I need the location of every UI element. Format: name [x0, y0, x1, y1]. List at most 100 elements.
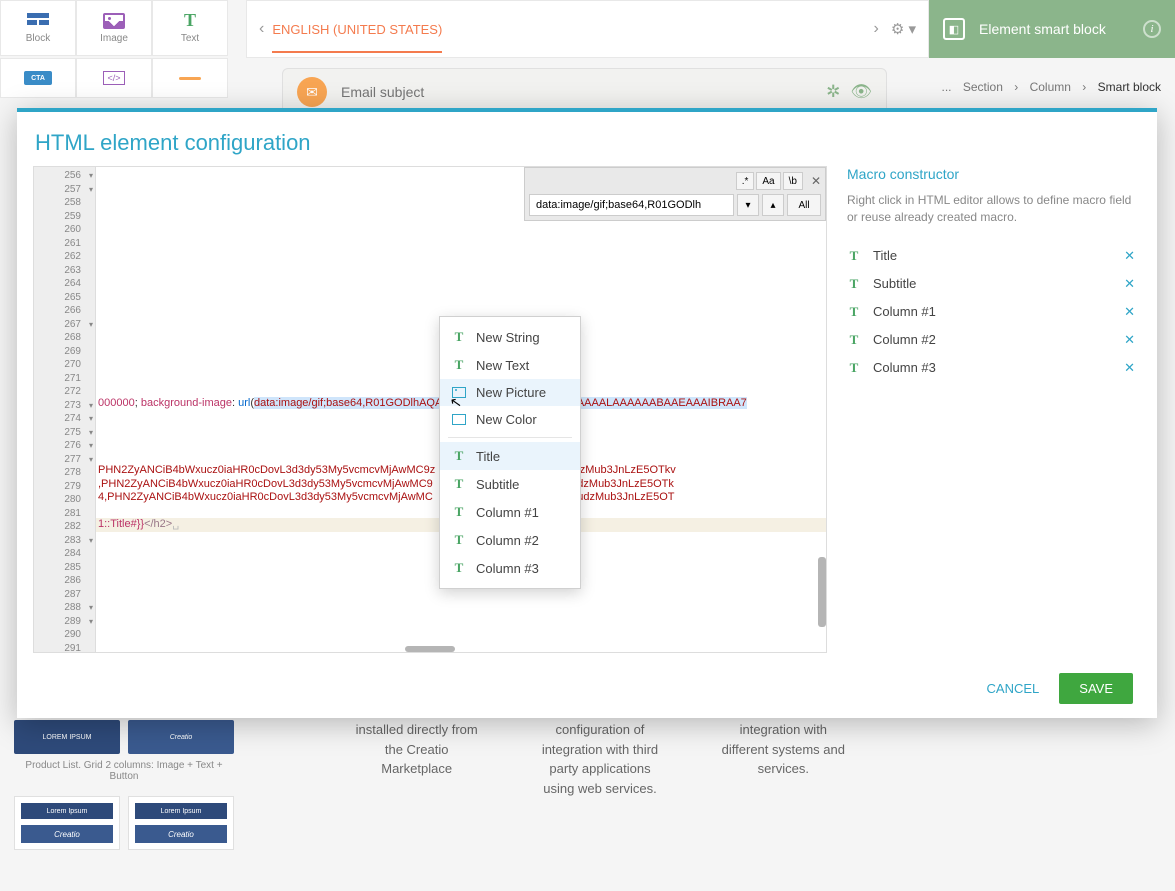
macro-item-label: Title: [873, 248, 1124, 263]
toolbar-text[interactable]: T Text: [152, 0, 228, 56]
search-input[interactable]: [529, 194, 734, 216]
element-icon: ◧: [943, 18, 965, 40]
macro-item-label: Column #2: [873, 332, 1124, 347]
email-subject-input[interactable]: [341, 84, 816, 100]
breadcrumb-item[interactable]: Section: [963, 80, 1003, 94]
toolbar-image-label: Image: [100, 33, 128, 44]
ctx-subtitle[interactable]: TSubtitle: [440, 470, 580, 498]
editor-scrollbar-h[interactable]: [405, 646, 455, 652]
template-card[interactable]: LOREM IPSUM: [14, 720, 120, 754]
remove-icon[interactable]: ✕: [1124, 276, 1135, 292]
macro-item-label: Column #3: [873, 360, 1124, 375]
macro-item-label: Subtitle: [873, 276, 1124, 291]
search-word-toggle[interactable]: \b: [783, 172, 803, 190]
template-card[interactable]: Creatio: [128, 720, 234, 754]
html-editor[interactable]: 2562572582592602612622632642652662672682…: [33, 166, 827, 653]
ctx-title[interactable]: TTitle: [440, 442, 580, 470]
text-icon: T: [179, 13, 201, 29]
macro-item[interactable]: T Column #2✕: [847, 326, 1135, 354]
search-dropdown[interactable]: ▾: [737, 194, 759, 216]
macro-item-label: Column #1: [873, 304, 1124, 319]
toolbar-image[interactable]: Image: [76, 0, 152, 56]
color-icon: [452, 414, 466, 425]
breadcrumb-prefix: ...: [942, 80, 952, 94]
macro-item[interactable]: T Column #1✕: [847, 298, 1135, 326]
text-icon: T: [847, 248, 861, 264]
search-regex-toggle[interactable]: .*: [736, 172, 755, 190]
html-icon: </>: [103, 71, 125, 85]
text-icon: T: [847, 304, 861, 320]
context-menu: TNew String TNew Text New Picture New Co…: [439, 316, 581, 589]
breadcrumb: ... Section › Column › Smart block: [938, 80, 1165, 94]
header-bar: ‹ ENGLISH (UNITED STATES) › ⚙ ▾: [246, 0, 929, 58]
ctx-col1[interactable]: TColumn #1: [440, 498, 580, 526]
remove-icon[interactable]: ✕: [1124, 360, 1135, 376]
macro-hint: Right click in HTML editor allows to def…: [847, 192, 1135, 226]
remove-icon[interactable]: ✕: [1124, 332, 1135, 348]
remove-icon[interactable]: ✕: [1124, 248, 1135, 264]
ctx-col2[interactable]: TColumn #2: [440, 526, 580, 554]
macro-item[interactable]: T Subtitle✕: [847, 270, 1135, 298]
forward-icon[interactable]: ›: [874, 20, 879, 38]
text-icon: T: [847, 276, 861, 292]
text-icon: T: [452, 329, 466, 345]
bg-col-1: installed directly from the Creatio Mark…: [350, 720, 483, 798]
template-card[interactable]: Lorem IpsumCreatio: [14, 796, 120, 850]
envelope-icon: ✉: [297, 77, 327, 107]
bg-col-3: integration with different systems and s…: [717, 720, 850, 798]
text-icon: T: [847, 332, 861, 348]
editor-scrollbar-v[interactable]: [818, 557, 826, 627]
toolbar-cta[interactable]: CTA: [0, 58, 76, 98]
image-icon: [103, 13, 125, 29]
macro-item[interactable]: T Column #3✕: [847, 354, 1135, 382]
breadcrumb-sep: ›: [1082, 80, 1086, 94]
breadcrumb-item-active[interactable]: Smart block: [1098, 80, 1161, 94]
settings-icon[interactable]: ✲: [826, 82, 840, 102]
ctx-new-string[interactable]: TNew String: [440, 323, 580, 351]
info-icon[interactable]: i: [1143, 20, 1161, 38]
toolbar-text-label: Text: [181, 33, 199, 44]
cta-icon: CTA: [24, 71, 52, 85]
search-case-toggle[interactable]: Aa: [756, 172, 780, 190]
save-button[interactable]: SAVE: [1059, 673, 1133, 704]
block-icon: [27, 13, 49, 29]
config-modal: HTML element configuration 2562572582592…: [17, 108, 1157, 718]
text-icon: T: [847, 360, 861, 376]
toolbar-separator[interactable]: [152, 58, 228, 98]
breadcrumb-sep: ›: [1014, 80, 1018, 94]
search-prev[interactable]: ▴: [762, 194, 784, 216]
editor-gutter: 2562572582592602612622632642652662672682…: [34, 167, 96, 652]
macro-item[interactable]: T Title✕: [847, 242, 1135, 270]
bg-col-2: configuration of integration with third …: [533, 720, 666, 798]
macro-title: Macro constructor: [847, 166, 1135, 182]
ctx-separator: [448, 437, 572, 438]
text-icon: T: [452, 532, 466, 548]
toolbar-html[interactable]: </>: [76, 58, 152, 98]
breadcrumb-item[interactable]: Column: [1030, 80, 1071, 94]
ctx-new-text[interactable]: TNew Text: [440, 351, 580, 379]
right-panel-header: ◧ Element smart block i: [929, 0, 1175, 58]
gear-icon[interactable]: ⚙ ▾: [891, 20, 916, 38]
search-all[interactable]: All: [787, 194, 821, 216]
right-panel-title: Element smart block: [979, 21, 1143, 37]
toolbar-block-label: Block: [26, 33, 50, 44]
text-icon: T: [452, 357, 466, 373]
template-card[interactable]: Lorem IpsumCreatio: [128, 796, 234, 850]
text-icon: T: [452, 476, 466, 492]
language-tab[interactable]: ENGLISH (UNITED STATES): [272, 22, 442, 53]
ctx-col3[interactable]: TColumn #3: [440, 554, 580, 582]
preview-icon[interactable]: 👁: [850, 82, 872, 102]
cancel-button[interactable]: CANCEL: [987, 681, 1040, 696]
modal-title: HTML element configuration: [17, 112, 1157, 166]
search-close-icon[interactable]: ✕: [811, 174, 821, 188]
macro-panel: Macro constructor Right click in HTML ed…: [841, 166, 1141, 653]
search-popup: .* Aa \b ✕ ▾ ▴ All: [524, 167, 826, 221]
toolbar-block[interactable]: Block: [0, 0, 76, 56]
text-icon: T: [452, 504, 466, 520]
back-icon[interactable]: ‹: [259, 20, 264, 38]
remove-icon[interactable]: ✕: [1124, 304, 1135, 320]
text-icon: T: [452, 560, 466, 576]
text-icon: T: [452, 448, 466, 464]
template-label: Product List. Grid 2 columns: Image + Te…: [14, 760, 234, 782]
separator-icon: [179, 77, 201, 80]
